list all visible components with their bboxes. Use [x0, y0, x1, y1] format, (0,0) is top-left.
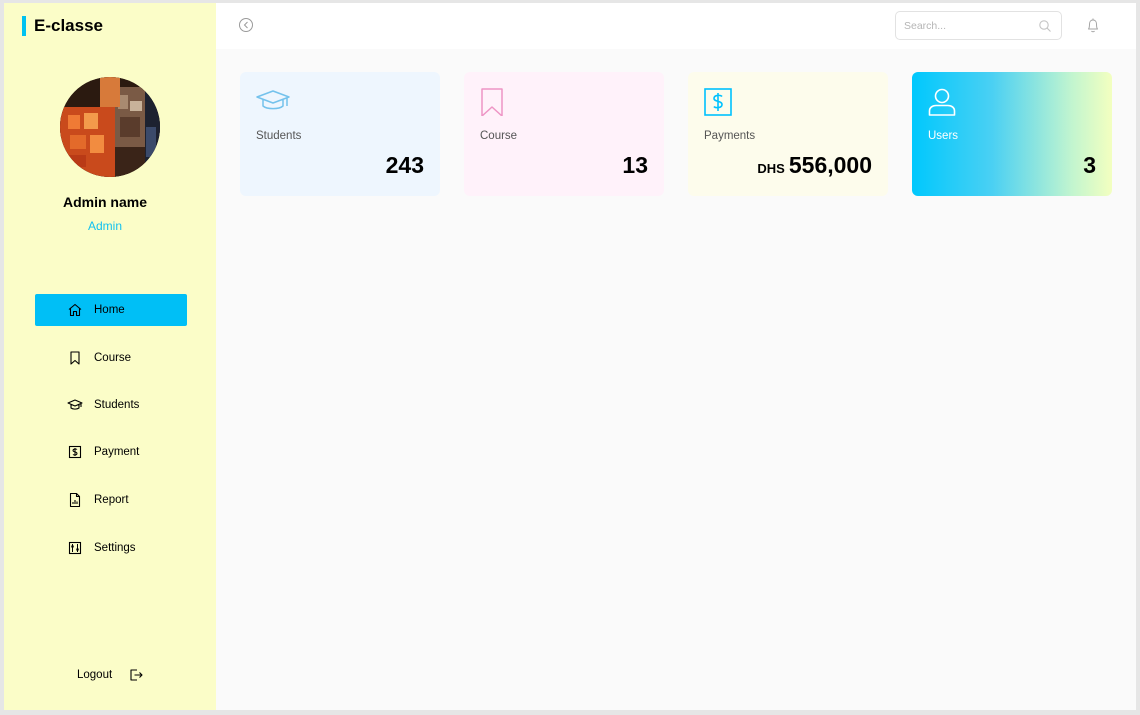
graduation-cap-icon — [67, 399, 83, 410]
sidebar-item-label: Report — [94, 494, 129, 506]
profile-name: Admin name — [62, 194, 147, 210]
currency-prefix: DHS — [757, 161, 785, 176]
report-icon — [69, 492, 81, 508]
stat-value: 13 — [622, 152, 648, 178]
stat-card-students[interactable]: Students 243 — [240, 72, 440, 196]
app-window: E-classe Admin name Admin Home Course St… — [4, 3, 1136, 710]
search-input[interactable] — [904, 18, 1034, 34]
sidebar-item-label: Students — [94, 399, 140, 411]
sidebar-item-settings[interactable]: Settings — [35, 532, 187, 564]
stat-label: Users — [928, 130, 959, 142]
sidebar-item-students[interactable]: Students — [35, 389, 187, 421]
bookmark-icon — [70, 351, 80, 365]
profile-role: Admin — [87, 219, 122, 233]
stat-value: 556,000 — [788, 152, 872, 178]
stat-value: 243 — [385, 152, 424, 178]
stat-label: Students — [256, 130, 302, 142]
stat-card-users[interactable]: Users 3 — [912, 72, 1112, 196]
stat-label: Course — [480, 130, 518, 142]
home-icon — [68, 303, 82, 317]
sidebar-item-home[interactable]: Home — [35, 294, 187, 326]
avatar-photo — [60, 77, 160, 177]
bookmark-icon — [481, 88, 503, 116]
search-icon[interactable] — [1038, 19, 1052, 33]
sidebar-item-label: Payment — [94, 446, 140, 458]
sidebar-item-label: Home — [94, 304, 125, 316]
topbar — [216, 3, 1136, 49]
avatar[interactable] — [60, 77, 160, 177]
logout-icon — [130, 669, 143, 681]
stat-label: Payments — [704, 130, 756, 142]
user-icon — [928, 88, 956, 116]
stat-value-wrap: DHS 556,000 — [757, 152, 872, 179]
back-circle-icon[interactable] — [238, 17, 254, 33]
bell-icon[interactable] — [1085, 17, 1101, 34]
sidebar-item-label: Course — [94, 352, 132, 364]
settings-sliders-icon — [68, 541, 82, 555]
logout-button[interactable]: Logout — [77, 667, 144, 683]
sidebar-item-payment[interactable]: Payment — [35, 436, 187, 468]
stat-card-course[interactable]: Course 13 — [464, 72, 664, 196]
sidebar-item-course[interactable]: Course — [35, 342, 187, 374]
graduation-cap-icon — [256, 90, 290, 110]
brand[interactable]: E-classe — [22, 16, 103, 36]
brand-name: E-classe — [34, 16, 103, 35]
logout-label: Logout — [77, 669, 113, 681]
search-box — [895, 11, 1062, 40]
stat-card-payments[interactable]: Payments DHS 556,000 — [688, 72, 888, 196]
sidebar: E-classe Admin name Admin Home Course St… — [4, 3, 216, 710]
sidebar-item-report[interactable]: Report — [35, 484, 187, 516]
dollar-icon — [68, 445, 82, 459]
brand-accent-bar — [22, 16, 26, 36]
stat-value: 3 — [1083, 152, 1096, 178]
sidebar-item-label: Settings — [94, 542, 136, 554]
dollar-square-icon — [704, 88, 732, 116]
